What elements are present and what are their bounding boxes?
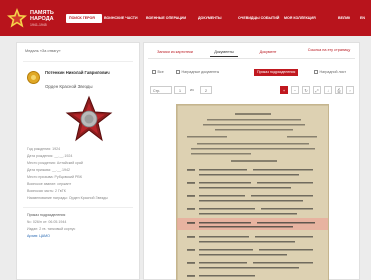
hero-card: Медаль «За отвагу» Потенкин Николай Гавр… [16,42,140,280]
tab-documents[interactable]: Документы [210,47,238,57]
field-draft-place: Место призыва: Рубцовский РВК [27,175,82,179]
scanned-order-document[interactable] [176,104,329,280]
field-birth-date: Дата рождения: __.__.1924 [27,154,73,158]
site-logo[interactable]: ПАМЯТЬ НАРОДА 1941-1945 [6,7,66,31]
rotate-icon[interactable]: ↻ [302,86,310,94]
order-red-star-icon [65,95,113,142]
field-birth-year: Год рождения: 1924 [27,147,61,151]
logo-text-line3: 1941-1945 [30,23,47,27]
hero-name: Потенкин Николай Гаврилович [45,70,110,75]
filter-all-label: Все [157,70,164,74]
field-award-name: Наименование награды: Орден Красной Звез… [27,196,108,200]
logo-text-line2: НАРОДА [30,16,54,22]
page-total: 2 [200,86,212,94]
filter-all[interactable]: Все [152,69,164,76]
nav-language[interactable]: EN [360,14,368,23]
nav-military-units[interactable]: ВОИНСКИЕ ЧАСТИ [104,14,144,23]
star-logo-icon [7,8,27,28]
archive-link[interactable]: Архив: ЦАМО [27,234,50,238]
filter-award-sheet-label: Наградной лист [319,70,347,74]
divider [23,61,133,62]
filter-award-docs-label: Наградные документы [181,70,220,74]
field-unit: Воинская часть: 2 ГвТК [27,189,66,193]
filter-award-docs[interactable]: Наградные документы [176,69,219,76]
zoom-in-icon[interactable]: + [280,86,288,94]
checkbox-icon [176,70,180,74]
tabs-divider [148,58,355,59]
tab-page-link[interactable]: Ссылка на эту страницу [304,47,354,57]
tab-document[interactable]: Документ [254,47,282,57]
nav-my-collection[interactable]: МОЯ КОЛЛЕКЦИЯ [284,14,336,23]
print-icon[interactable]: ⎙ [335,86,343,94]
document-scan-image [177,105,328,280]
medal-icon [27,71,40,84]
tab-card-records[interactable]: Записи из картотеки [150,47,200,57]
order-heading: Приказ подразделения [27,213,66,217]
order-issuer: Издан: 2 гв. танковый корпус [27,227,76,231]
award-name: Орден Красной Звезды [45,84,93,89]
zoom-out-icon[interactable]: − [291,86,299,94]
nav-documents[interactable]: ДОКУМЕНТЫ [198,14,236,23]
page-number-input[interactable]: 1 [174,86,186,94]
nav-victory[interactable]: ВЕЛИКАЯ ПОБЕДА [338,14,350,23]
divider [23,207,133,208]
field-rank: Воинское звание: сержант [27,182,72,186]
filter-unit-order[interactable]: Приказ подразделения [254,69,299,76]
nav-search-hero[interactable]: ПОИСК ГЕРОЯ [66,14,102,23]
checkbox-icon [314,70,318,74]
field-birthplace: Место рождения: Алтайский край [27,161,83,165]
page-label: Стр. [150,86,172,94]
page-of-label: из [188,86,198,94]
documents-panel: Записи из картотеки Документы Документ С… [143,42,360,280]
nav-operations[interactable]: ВОЕННЫЕ ОПЕРАЦИИ [146,14,196,23]
download-icon[interactable]: ↓ [324,86,332,94]
previous-award-label[interactable]: Медаль «За отвагу» [25,49,61,53]
fullscreen-icon[interactable]: ⤢ [313,86,321,94]
order-number: №: 026/н от: 06.05.1944 [27,220,67,224]
filter-award-sheet[interactable]: Наградной лист [314,69,346,76]
field-draft-date: Дата призыва: __.__.1942 [27,168,70,172]
nav-witnesses[interactable]: ОЧЕВИДЦЫ СОБЫТИЙ [238,14,282,23]
checkbox-icon [152,70,156,74]
top-navigation-bar: ПАМЯТЬ НАРОДА 1941-1945 ПОИСК ГЕРОЯ ВОИН… [0,0,371,36]
next-page-icon[interactable]: › [346,86,354,94]
